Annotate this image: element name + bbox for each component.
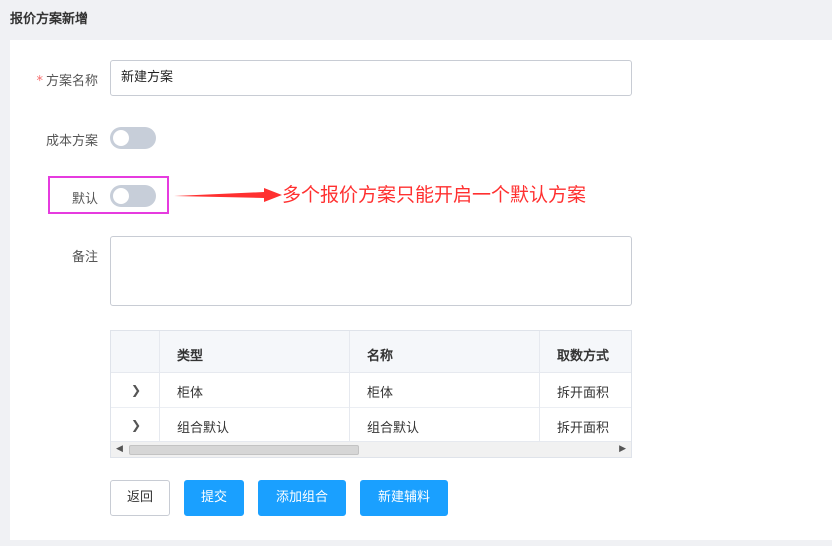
page-header: 报价方案新增 (0, 0, 832, 38)
column-header-name: 名称 (367, 349, 394, 364)
switch-knob (113, 130, 129, 146)
remark-textarea[interactable] (110, 236, 632, 306)
remark-label: 备注 (71, 250, 98, 265)
expand-chevron-icon[interactable]: ❯ (131, 418, 141, 432)
cell-name: 柜体 (367, 386, 394, 401)
cost-scheme-label: 成本方案 (45, 134, 98, 149)
column-header-type: 类型 (177, 349, 204, 364)
cost-scheme-switch[interactable] (110, 127, 156, 149)
scrollbar-thumb[interactable] (129, 445, 359, 455)
cell-type: 柜体 (177, 386, 204, 401)
column-divider (159, 331, 160, 443)
scroll-left-icon[interactable]: ◀ (116, 444, 123, 454)
cell-name: 组合默认 (367, 421, 420, 436)
add-group-button[interactable]: 添加组合 (258, 480, 346, 516)
column-divider (349, 331, 350, 443)
column-header-method: 取数方式 (557, 349, 610, 364)
scroll-right-icon[interactable]: ▶ (619, 444, 626, 454)
page-title: 报价方案新增 (10, 12, 89, 27)
cell-method: 拆开面积 (557, 386, 610, 401)
required-mark: * (36, 74, 43, 89)
column-divider (539, 331, 540, 443)
table-row[interactable]: ❯ 组合默认 组合默认 拆开面积 (111, 408, 631, 443)
scheme-name-input[interactable]: 新建方案 (110, 60, 632, 96)
scheme-name-label: * 方案名称 (8, 70, 98, 89)
annotation-arrow-icon (174, 188, 282, 202)
submit-button[interactable]: 提交 (184, 480, 244, 516)
cell-method: 拆开面积 (557, 421, 610, 436)
expand-chevron-icon[interactable]: ❯ (131, 383, 141, 397)
horizontal-scrollbar[interactable]: ◀ ▶ (111, 441, 631, 457)
annotation-highlight-box (48, 176, 169, 214)
new-material-button[interactable]: 新建辅料 (360, 480, 448, 516)
annotation-text: 多个报价方案只能开启一个默认方案 (282, 184, 587, 206)
back-button[interactable]: 返回 (110, 480, 170, 516)
cell-type: 组合默认 (177, 421, 230, 436)
scheme-name-label-text: 方案名称 (45, 74, 98, 89)
table-header: 类型 名称 取数方式 (111, 331, 631, 373)
table-row[interactable]: ❯ 柜体 柜体 拆开面积 (111, 373, 631, 408)
component-table: 类型 名称 取数方式 ❯ 柜体 柜体 拆开面积 ❯ 组合默认 组合默认 拆开面积… (110, 330, 632, 458)
